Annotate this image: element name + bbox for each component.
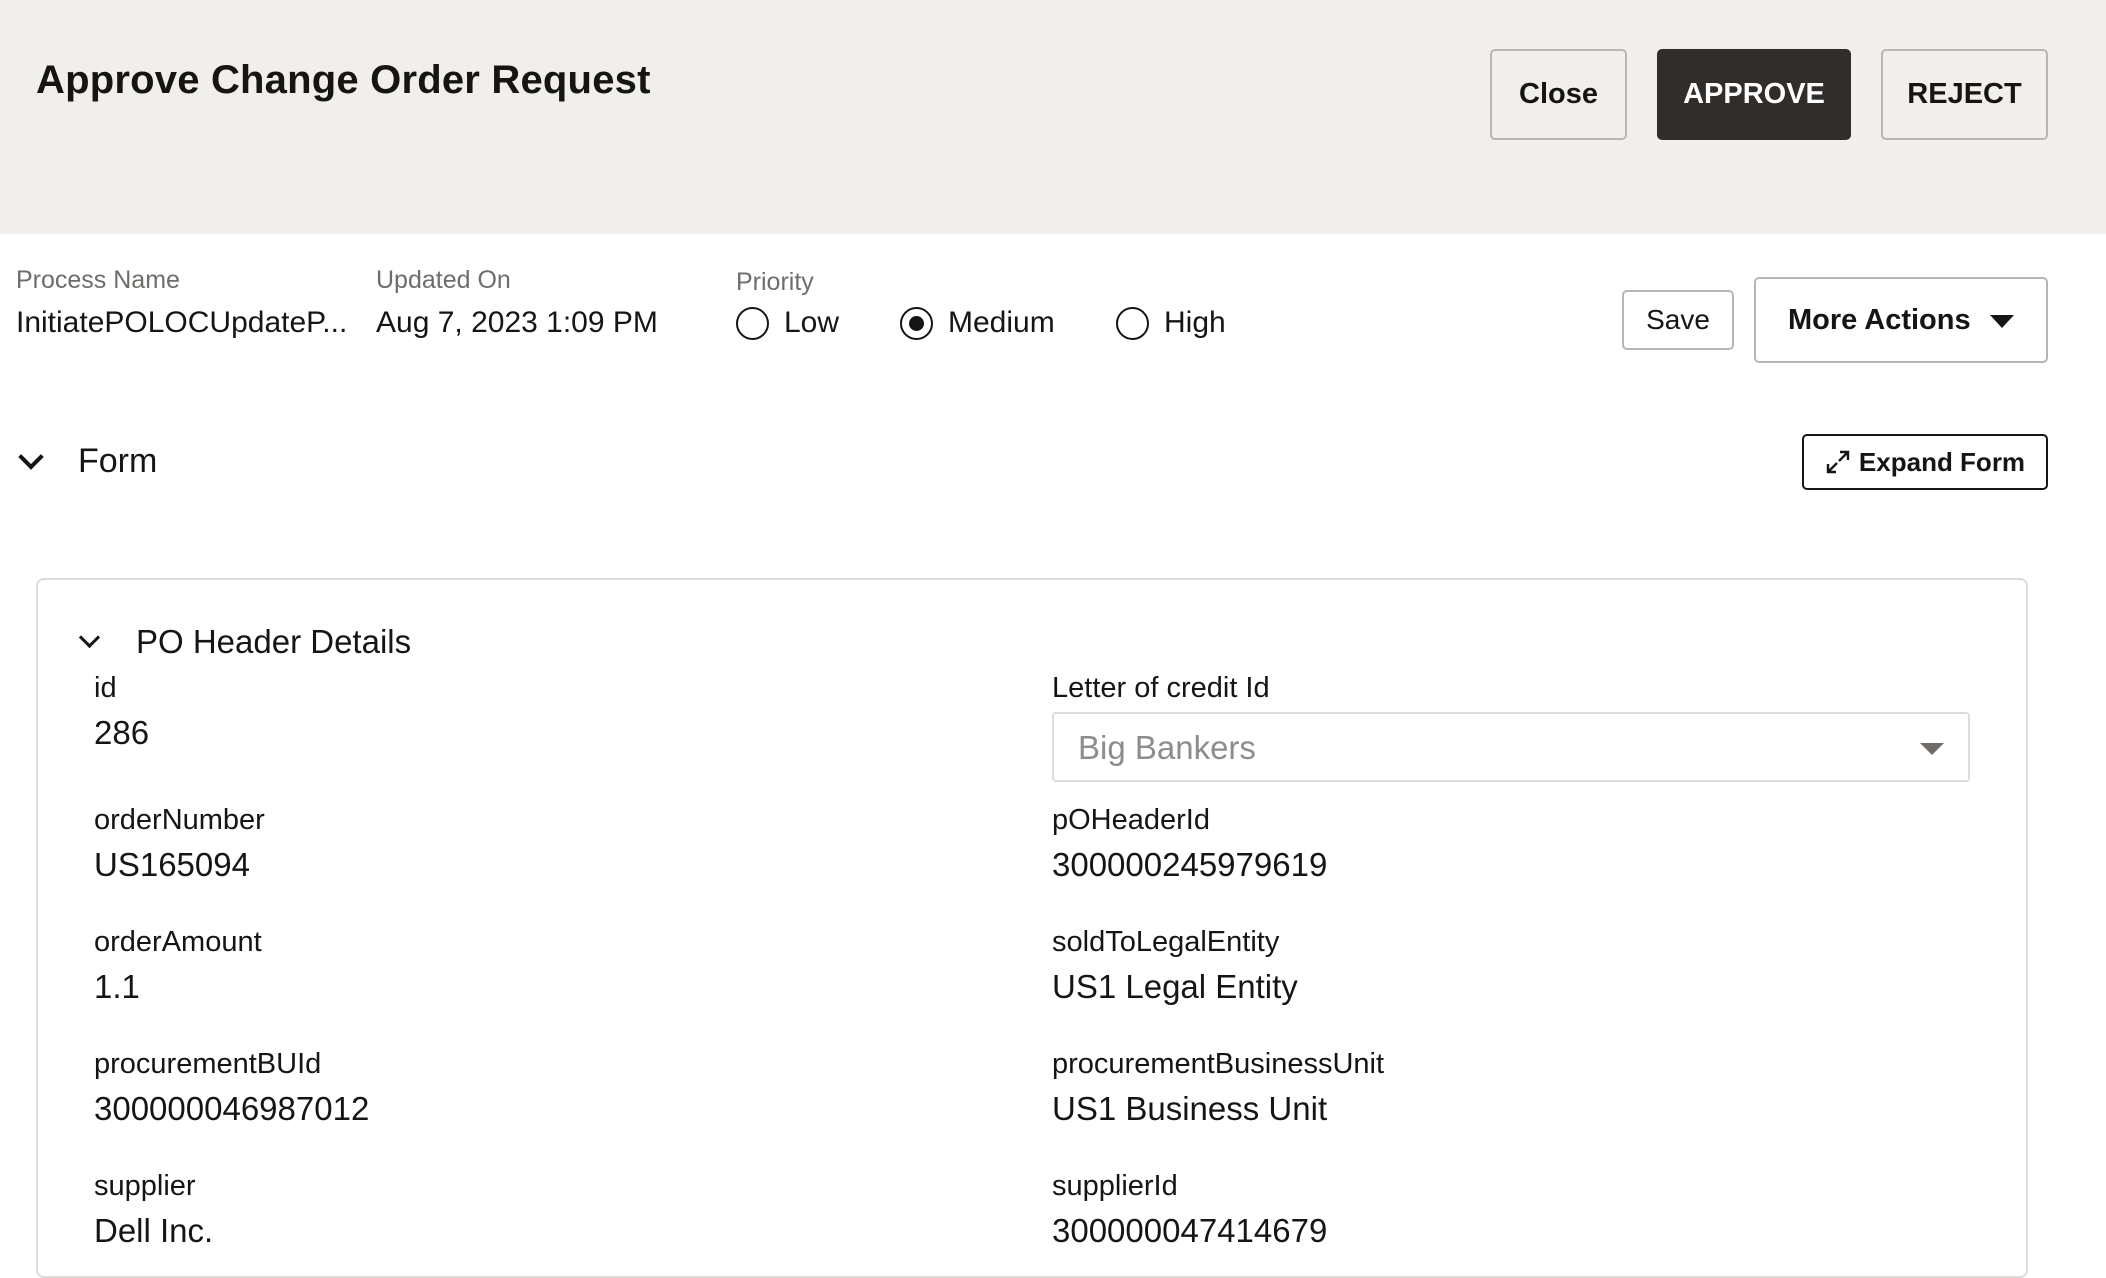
field-value-procurement-business-unit: US1 Business Unit [1052, 1090, 1328, 1127]
field-label-procurement-business-unit: procurementBusinessUnit [1052, 1048, 1385, 1080]
field-label-supplier: supplier [94, 1170, 196, 1202]
page-title: Approve Change Order Request [36, 58, 651, 102]
updated-on-label: Updated On [376, 266, 511, 294]
caret-down-icon [1990, 315, 2014, 328]
priority-medium-label: Medium [948, 306, 1055, 339]
form-section-title: Form [78, 442, 158, 480]
field-label-order-number: orderNumber [94, 804, 265, 836]
page-header: Approve Change Order Request Close APPRO… [0, 0, 2106, 234]
priority-high-label: High [1164, 306, 1226, 339]
field-value-order-number: US165094 [94, 846, 250, 883]
field-label-sold-to-legal-entity: soldToLegalEntity [1052, 926, 1280, 958]
field-label-supplier-id: supplierId [1052, 1170, 1178, 1202]
field-value-supplier: Dell Inc. [94, 1212, 214, 1249]
expand-form-button[interactable]: Expand Form [1802, 434, 2048, 490]
field-value-id: 286 [94, 714, 150, 751]
letter-of-credit-selected-value: Big Bankers [1078, 729, 1256, 766]
field-label-po-header-id: pOHeaderId [1052, 804, 1210, 836]
priority-label: Priority [736, 268, 814, 296]
radio-unchecked-icon [736, 306, 769, 340]
save-button[interactable]: Save [1622, 290, 1734, 350]
more-actions-label: More Actions [1788, 303, 1971, 336]
field-label-procurement-bu-id: procurementBUId [94, 1048, 322, 1080]
updated-on-value: Aug 7, 2023 1:09 PM [376, 306, 658, 339]
approve-button[interactable]: APPROVE [1657, 49, 1851, 140]
reject-button[interactable]: REJECT [1881, 49, 2048, 140]
po-header-section-title: PO Header Details [136, 623, 412, 660]
process-name-label: Process Name [16, 266, 180, 294]
expand-form-label: Expand Form [1858, 446, 2026, 477]
close-button[interactable]: Close [1490, 49, 1627, 140]
caret-down-icon [1920, 743, 1944, 755]
field-value-supplier-id: 300000047414679 [1052, 1212, 1328, 1249]
field-value-procurement-bu-id: 300000046987012 [94, 1090, 370, 1127]
process-name-value: InitiatePOLOCUpdateP... [16, 306, 348, 339]
field-value-order-amount: 1.1 [94, 968, 140, 1005]
priority-radio-high[interactable]: High [1116, 306, 1226, 340]
radio-checked-icon [900, 306, 933, 340]
more-actions-button[interactable]: More Actions [1754, 277, 2048, 363]
field-label-order-amount: orderAmount [94, 926, 262, 958]
letter-of-credit-select[interactable]: Big Bankers [1052, 712, 1970, 782]
priority-low-label: Low [784, 306, 840, 339]
field-value-sold-to-legal-entity: US1 Legal Entity [1052, 968, 1298, 1005]
priority-radio-low[interactable]: Low [736, 306, 839, 340]
expand-arrows-icon [1826, 450, 1850, 474]
radio-unchecked-icon [1116, 306, 1149, 340]
priority-radio-medium[interactable]: Medium [900, 306, 1055, 340]
field-value-po-header-id: 300000245979619 [1052, 846, 1328, 883]
field-label-id: id [94, 672, 117, 704]
form-collapse-chevron-icon[interactable] [18, 444, 44, 470]
po-header-card [36, 578, 2028, 1278]
field-label-letter-of-credit: Letter of credit Id [1052, 672, 1270, 704]
